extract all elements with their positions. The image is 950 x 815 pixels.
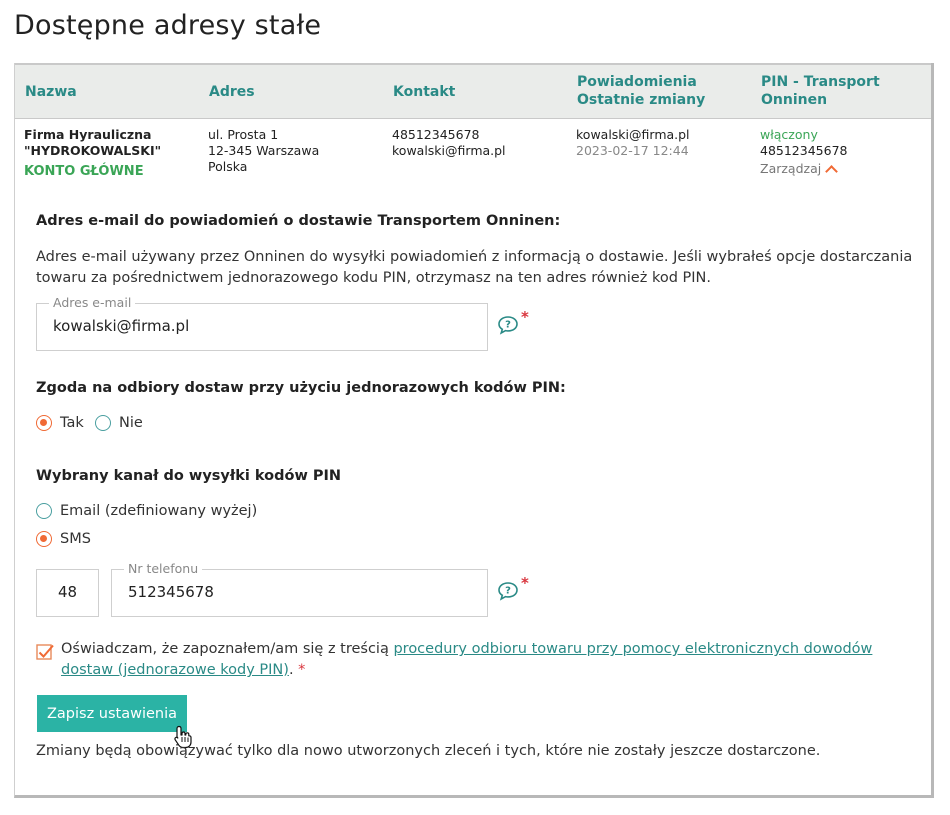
row-address: ul. Prosta 1 12-345 Warszawa Polska (208, 127, 319, 175)
notify-email: kowalski@firma.pl (576, 127, 690, 142)
company-name-line1: Firma Hyrauliczna (24, 127, 152, 142)
phone-prefix-field[interactable]: 48 (36, 569, 99, 617)
consent-radio-no[interactable]: Nie (95, 415, 143, 431)
table-header: Nazwa Adres Kontakt Powiadomienia Ostatn… (15, 63, 931, 119)
chevron-up-icon (825, 165, 839, 178)
phone-field-value: 512345678 (128, 583, 214, 601)
declaration-checkbox[interactable] (36, 643, 54, 661)
row-name: Firma Hyrauliczna "HYDROKOWALSKI" KONTO … (24, 127, 161, 180)
channel-section-heading: Wybrany kanał do wysyłki kodów PIN (36, 468, 342, 484)
email-field[interactable]: Adres e-mail kowalski@firma.pl (36, 295, 488, 351)
email-field-label: Adres e-mail (49, 295, 136, 310)
email-required-mark: * (521, 308, 529, 326)
last-change-date: 2023-02-17 12:44 (576, 143, 689, 158)
header-pin-line1: PIN - Transport (761, 74, 880, 90)
phone-number-field[interactable]: Nr telefonu 512345678 (111, 561, 488, 617)
radio-circle (36, 503, 52, 519)
company-name-line2: "HYDROKOWALSKI" (24, 143, 162, 158)
header-notifications-line2: Ostatnie zmiany (577, 92, 706, 108)
consent-section-heading: Zgoda na odbiory dostaw przy użyciu jedn… (36, 380, 566, 396)
header-notifications-line1: Powiadomienia (577, 74, 697, 90)
channel-radio-email[interactable]: Email (zdefiniowany wyżej) (36, 503, 257, 519)
addresses-panel: Nazwa Adres Kontakt Powiadomienia Ostatn… (14, 63, 934, 798)
consent-radio-yes-label: Tak (60, 415, 84, 431)
radio-circle-selected (36, 531, 52, 547)
save-note: Zmiany będą obowiązywać tylko dla nowo u… (36, 743, 821, 759)
page-title: Dostępne adresy stałe (14, 10, 322, 41)
header-name: Nazwa (25, 84, 77, 100)
contact-email: kowalski@firma.pl (392, 143, 506, 158)
header-address: Adres (209, 84, 255, 100)
help-bubble-icon[interactable]: ? (497, 315, 519, 335)
manage-toggle[interactable]: Zarządzaj (760, 161, 839, 178)
header-contact: Kontakt (393, 84, 456, 100)
declaration-text-after: . (288, 662, 299, 678)
row-notifications: kowalski@firma.pl 2023-02-17 12:44 (576, 127, 690, 159)
address-line3: Polska (208, 159, 248, 174)
radio-circle-selected (36, 415, 52, 431)
manage-label: Zarządzaj (760, 161, 822, 176)
declaration-required-mark: * (298, 662, 306, 678)
phone-prefix-value: 48 (57, 583, 78, 601)
svg-text:?: ? (505, 320, 511, 331)
contact-phone: 48512345678 (392, 127, 480, 142)
main-account-badge: KONTO GŁÓWNE (24, 164, 144, 179)
help-bubble-icon[interactable]: ? (497, 581, 519, 601)
phone-field-label: Nr telefonu (124, 561, 203, 576)
row-pin: włączony 48512345678 Zarządzaj (760, 127, 848, 178)
email-section-heading: Adres e-mail do powiadomień o dostawie T… (36, 213, 561, 229)
email-field-value: kowalski@firma.pl (53, 317, 190, 335)
header-pin-line2: Onninen (761, 92, 828, 108)
declaration-text: Oświadczam, że zapoznałem/am się z treśc… (61, 639, 911, 681)
header-notifications: Powiadomienia Ostatnie zmiany (577, 73, 705, 109)
address-line2: 12-345 Warszawa (208, 143, 320, 158)
consent-radio-yes[interactable]: Tak (36, 415, 84, 431)
row-contact: 48512345678 kowalski@firma.pl (392, 127, 506, 159)
pin-status: włączony (760, 127, 818, 142)
channel-radio-sms-label: SMS (60, 531, 91, 547)
declaration-text-before: Oświadczam, że zapoznałem/am się z treśc… (61, 641, 394, 657)
channel-radio-sms[interactable]: SMS (36, 531, 91, 547)
radio-circle (95, 415, 111, 431)
phone-required-mark: * (521, 574, 529, 592)
email-section-description: Adres e-mail używany przez Onninen do wy… (36, 249, 913, 286)
header-pin: PIN - Transport Onninen (761, 73, 880, 109)
pin-phone: 48512345678 (760, 143, 848, 158)
save-settings-button[interactable]: Zapisz ustawienia (37, 695, 187, 732)
consent-radio-no-label: Nie (119, 415, 143, 431)
svg-text:?: ? (505, 586, 511, 597)
channel-radio-email-label: Email (zdefiniowany wyżej) (60, 503, 258, 519)
address-line1: ul. Prosta 1 (208, 127, 279, 142)
